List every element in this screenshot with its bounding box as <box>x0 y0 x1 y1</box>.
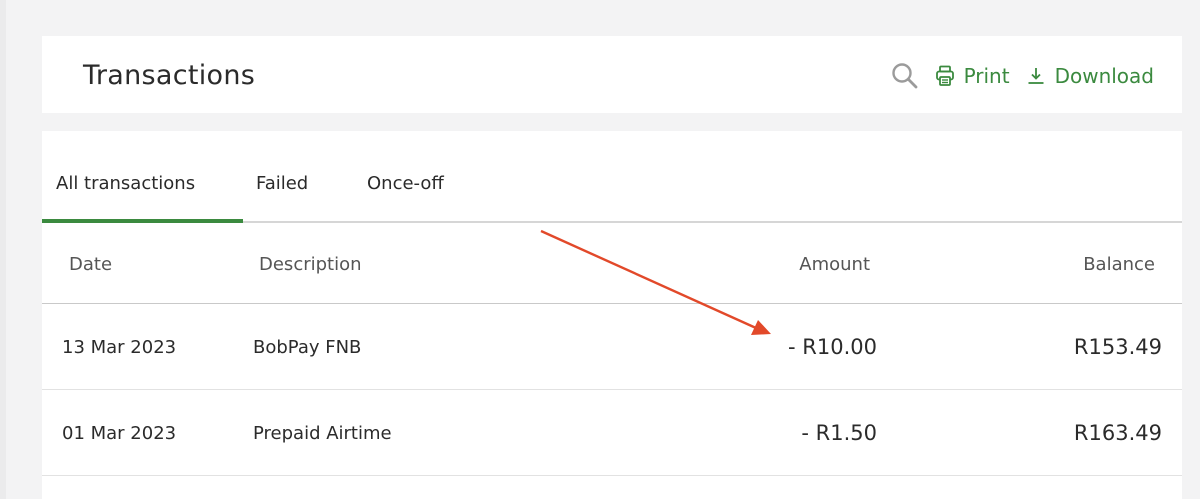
print-label: Print <box>963 64 1010 88</box>
download-label: Download <box>1054 64 1154 88</box>
row-date: 01 Mar 2023 <box>62 423 177 444</box>
search-icon[interactable] <box>891 62 919 90</box>
print-button[interactable]: Print <box>935 64 1010 88</box>
left-edge-strip <box>0 0 6 499</box>
transactions-header: Transactions Print Download <box>42 36 1182 113</box>
page-title: Transactions <box>83 60 256 91</box>
tab-once-off[interactable]: Once-off <box>367 173 444 194</box>
table-header: Date Description Amount Balance <box>42 223 1182 304</box>
column-header-balance: Balance <box>1083 254 1155 275</box>
download-icon <box>1026 66 1046 86</box>
column-header-description: Description <box>259 254 362 275</box>
row-description: Prepaid Airtime <box>253 423 392 444</box>
column-header-amount: Amount <box>799 254 870 275</box>
tab-failed[interactable]: Failed <box>256 173 308 194</box>
column-header-date: Date <box>69 254 113 275</box>
printer-icon <box>935 65 955 87</box>
transaction-tabs: All transactions Failed Once-off <box>42 131 1182 223</box>
row-description: BobPay FNB <box>253 337 362 358</box>
header-actions: Print Download <box>891 62 1154 90</box>
table-row[interactable]: 13 Mar 2023 BobPay FNB - R10.00 R153.49 <box>42 304 1182 390</box>
row-amount: - R1.50 <box>801 421 877 445</box>
table-row[interactable]: 01 Mar 2023 Prepaid Airtime - R1.50 R163… <box>42 390 1182 476</box>
transactions-table-card: All transactions Failed Once-off Date De… <box>42 131 1182 499</box>
row-balance: R163.49 <box>1073 421 1162 445</box>
row-date: 13 Mar 2023 <box>62 337 177 358</box>
download-button[interactable]: Download <box>1026 64 1154 88</box>
row-amount: - R10.00 <box>788 335 877 359</box>
row-balance: R153.49 <box>1073 335 1162 359</box>
tab-all-transactions[interactable]: All transactions <box>56 173 195 194</box>
